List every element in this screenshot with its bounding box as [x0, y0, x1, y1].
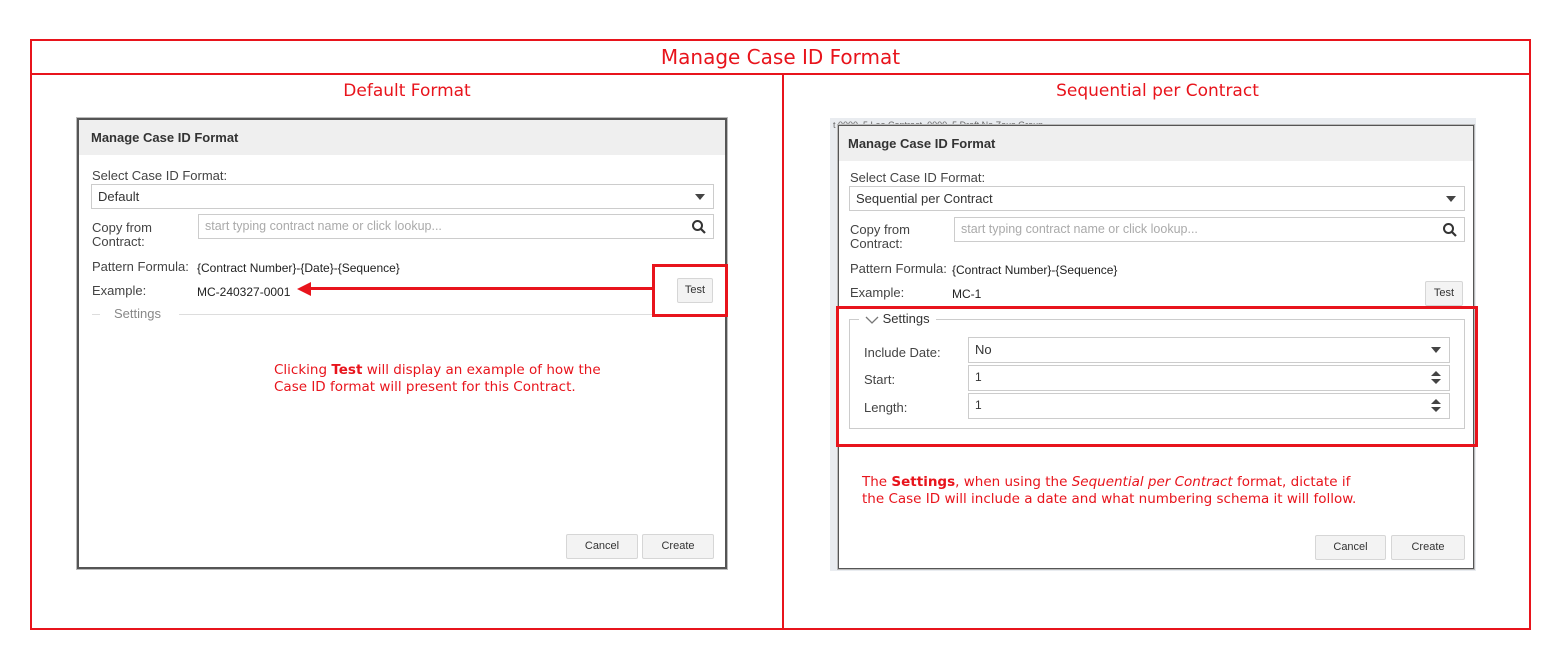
- column-divider: [782, 75, 784, 628]
- pattern-formula-value: {Contract Number}-{Sequence}: [952, 263, 1118, 277]
- copy-from-label: Copy from Contract:: [850, 223, 910, 251]
- copy-from-label-line1: Copy from: [850, 222, 910, 237]
- annotation-text: format, dictate if: [1232, 474, 1351, 490]
- cancel-button[interactable]: Cancel: [1315, 535, 1386, 560]
- arrow-left-icon: [297, 282, 311, 296]
- example-label: Example:: [92, 283, 147, 298]
- format-select-value: Default: [98, 189, 140, 204]
- test-button[interactable]: Test: [1425, 281, 1463, 306]
- copy-from-contract-input[interactable]: start typing contract name or click look…: [198, 214, 714, 239]
- cancel-button[interactable]: Cancel: [566, 534, 638, 559]
- pattern-formula-label: Pattern Formula:: [850, 261, 947, 276]
- arrow-line: [310, 287, 653, 290]
- annotation-text: The: [862, 474, 892, 490]
- format-select[interactable]: Sequential per Contract: [849, 186, 1465, 211]
- test-highlight-box: [652, 264, 728, 317]
- format-select[interactable]: Default: [91, 184, 714, 209]
- create-button[interactable]: Create: [1391, 535, 1465, 560]
- annotation-text: , when using the: [955, 474, 1072, 490]
- page-title: Manage Case ID Format: [32, 41, 1529, 75]
- settings-legend[interactable]: Settings: [114, 306, 161, 321]
- search-icon[interactable]: [691, 219, 707, 235]
- pattern-formula-label: Pattern Formula:: [92, 259, 189, 274]
- dialog-title: Manage Case ID Format: [839, 126, 1473, 161]
- copy-from-placeholder: start typing contract name or click look…: [205, 219, 442, 233]
- annotation-text: Clicking: [274, 362, 332, 378]
- select-format-label: Select Case ID Format:: [92, 168, 228, 183]
- create-button[interactable]: Create: [642, 534, 714, 559]
- annotation-bold: Test: [331, 362, 363, 378]
- column-title-default: Default Format: [343, 81, 471, 101]
- example-label: Example:: [850, 285, 905, 300]
- chevron-down-icon: [1446, 196, 1456, 202]
- copy-from-contract-input[interactable]: start typing contract name or click look…: [954, 217, 1465, 242]
- annotation-italic: Sequential per Contract: [1071, 474, 1233, 490]
- select-format-label: Select Case ID Format:: [850, 170, 986, 185]
- test-annotation: Clicking Test will display an example of…: [274, 362, 601, 396]
- search-icon[interactable]: [1442, 222, 1458, 238]
- copy-from-label-line2: Contract:: [92, 234, 145, 249]
- dialog-default: Manage Case ID Format Select Case ID For…: [77, 118, 727, 569]
- annotation-text: will display an example of how the: [362, 362, 601, 378]
- settings-highlight-box: [836, 306, 1478, 447]
- format-select-value: Sequential per Contract: [856, 191, 993, 206]
- example-value: MC-240327-0001: [197, 285, 291, 299]
- annotation-text: the Case ID will include a date and what…: [862, 491, 1357, 507]
- copy-from-placeholder: start typing contract name or click look…: [961, 222, 1198, 236]
- copy-from-label-line2: Contract:: [850, 236, 903, 251]
- settings-annotation: The Settings, when using the Sequential …: [862, 474, 1356, 508]
- annotation-text: Case ID format will present for this Con…: [274, 379, 576, 395]
- settings-divider: [92, 314, 100, 315]
- column-title-sequential: Sequential per Contract: [1056, 81, 1259, 101]
- chevron-down-icon: [695, 194, 705, 200]
- settings-divider: [179, 314, 714, 315]
- example-value: MC-1: [952, 287, 982, 301]
- copy-from-label: Copy from Contract:: [92, 221, 152, 249]
- annotation-bold: Settings: [891, 474, 956, 490]
- pattern-formula-value: {Contract Number}-{Date}-{Sequence}: [197, 261, 400, 275]
- dialog-title: Manage Case ID Format: [79, 120, 725, 155]
- copy-from-label-line1: Copy from: [92, 220, 152, 235]
